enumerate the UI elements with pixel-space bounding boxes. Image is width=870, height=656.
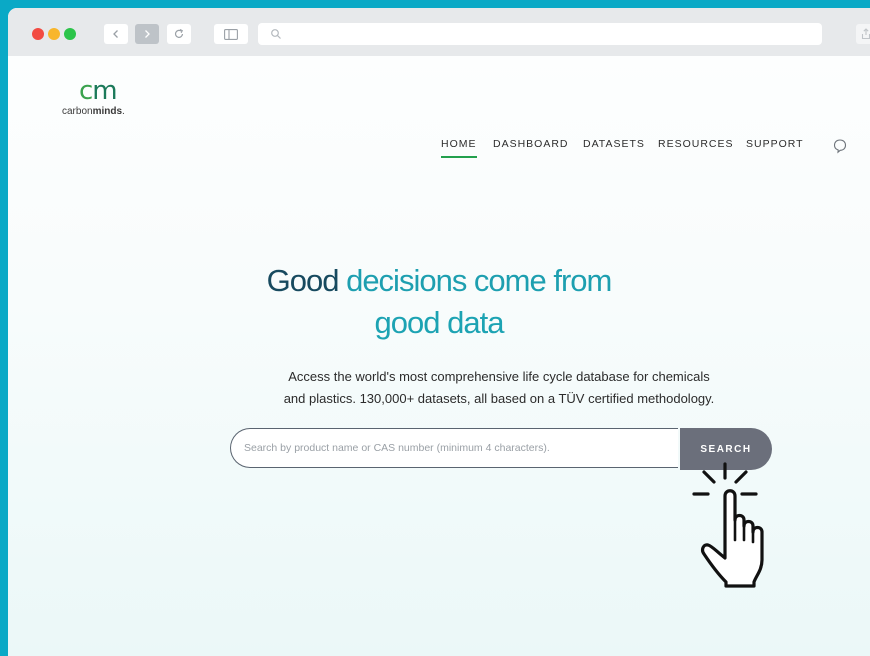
sidebar-icon — [224, 28, 238, 40]
logo-mark-c: c — [79, 76, 93, 106]
share-icon — [861, 28, 870, 40]
pointing-hand-click-icon — [692, 462, 764, 588]
close-window-dot[interactable] — [32, 28, 44, 40]
share-button[interactable] — [856, 24, 870, 44]
search-icon — [271, 29, 281, 39]
nav-resources[interactable]: RESOURCES — [658, 138, 734, 150]
page-content: cm carbonminds. HOME DASHBOARD DATASETS … — [8, 56, 870, 656]
carbonminds-logo[interactable]: cm carbonminds. — [62, 76, 152, 120]
search-input[interactable] — [230, 428, 678, 468]
browser-window: cm carbonminds. HOME DASHBOARD DATASETS … — [8, 8, 870, 656]
hero-headline: Good decisions come from good data — [8, 260, 870, 344]
subtext-line-2: and plastics. 130,000+ datasets, all bas… — [283, 391, 715, 406]
chevron-left-icon — [113, 30, 118, 38]
logo-word-bold: minds — [92, 106, 123, 117]
logo-mark-m: m — [92, 76, 117, 106]
sidebar-toggle-button[interactable] — [214, 24, 248, 44]
reload-icon — [174, 28, 184, 38]
forward-button[interactable] — [135, 24, 159, 44]
back-button[interactable] — [104, 24, 128, 44]
logo-wordmark: carbonminds. — [62, 106, 125, 117]
chevron-right-icon — [145, 30, 150, 38]
nav-home[interactable]: HOME — [441, 138, 477, 158]
nav-datasets[interactable]: DATASETS — [583, 138, 645, 150]
headline-part-decisions: decisions come from — [346, 263, 612, 298]
maximize-window-dot[interactable] — [64, 28, 76, 40]
nav-dashboard[interactable]: DASHBOARD — [493, 138, 569, 150]
subtext-line-1: Access the world's most comprehensive li… — [288, 369, 710, 384]
reload-button[interactable] — [167, 24, 191, 44]
address-bar[interactable] — [258, 23, 822, 45]
headline-line-2: good data — [374, 305, 505, 340]
logo-word-suffix: . — [122, 106, 125, 117]
headline-part-good: Good — [266, 263, 347, 298]
chat-bubble-icon[interactable] — [832, 138, 848, 154]
browser-toolbar — [8, 8, 870, 56]
logo-mark: cm — [79, 76, 118, 106]
nav-support[interactable]: SUPPORT — [746, 138, 804, 150]
logo-word-light: carbon — [62, 106, 93, 117]
minimize-window-dot[interactable] — [48, 28, 60, 40]
hero-subtext: Access the world's most comprehensive li… — [244, 366, 754, 410]
